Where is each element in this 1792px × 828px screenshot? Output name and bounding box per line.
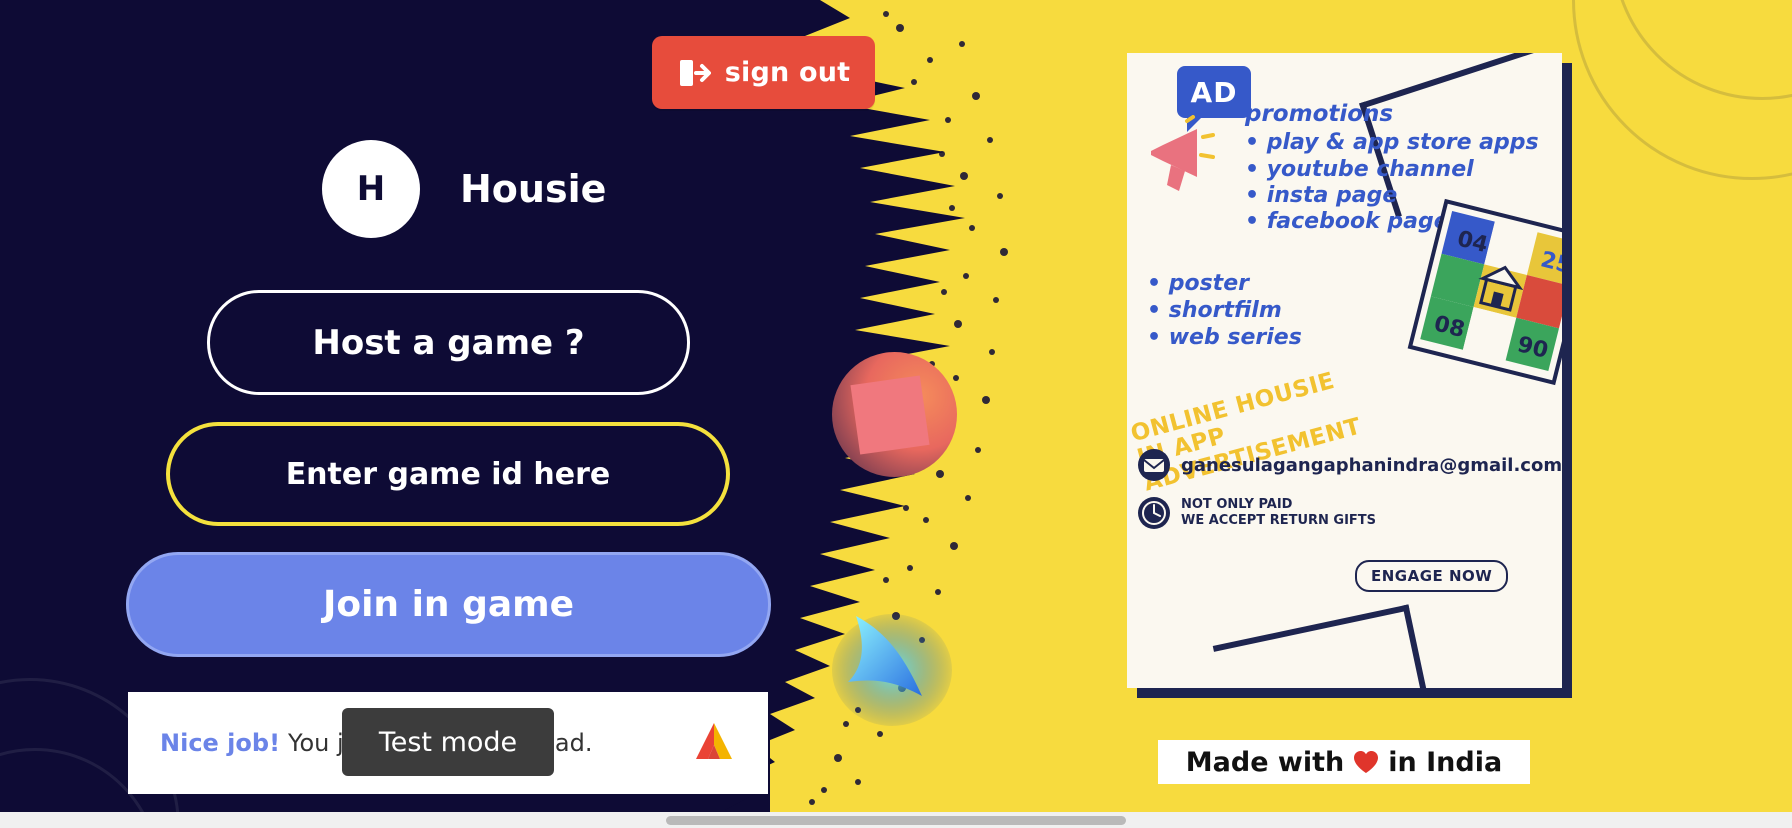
brand-row: H Housie: [322, 140, 606, 238]
sign-out-button[interactable]: sign out: [652, 36, 875, 109]
host-a-game-button[interactable]: Host a game ?: [207, 290, 690, 395]
poster-note-row: NOT ONLY PAID WE ACCEPT RETURN GIFTS: [1137, 496, 1376, 530]
sign-out-label: sign out: [724, 57, 851, 88]
join-in-game-button[interactable]: Join in game: [126, 552, 771, 657]
poster-list-item: • shortfilm: [1147, 297, 1282, 323]
scrollbar-thumb[interactable]: [666, 816, 1126, 825]
poster-card: AD promotions • play & app store apps • …: [1127, 53, 1562, 688]
made-with-suffix: in India: [1388, 746, 1503, 778]
poster-corner-line-decoration: [1212, 604, 1432, 688]
poster-note-line-2: WE ACCEPT RETURN GIFTS: [1181, 513, 1377, 528]
test-mode-chip: Test mode: [342, 708, 554, 776]
poster-list-item: • web series: [1147, 324, 1302, 350]
poster-list-item: • youtube channel: [1245, 156, 1474, 182]
poster-note-line-1: NOT ONLY PAID: [1181, 496, 1293, 512]
envelope-icon: [1138, 449, 1170, 481]
clock-icon: [1138, 497, 1170, 529]
poster-list-item: • insta page: [1245, 182, 1398, 208]
ad-badge: AD: [1177, 66, 1251, 132]
poster-email-row: ganesulagangaphanindra@gmail.com: [1137, 448, 1562, 482]
poster-list-item: • play & app store apps: [1245, 130, 1539, 156]
ad-banner-nice-label: Nice job!: [160, 729, 281, 757]
made-with-love-badge: Made with in India: [1158, 740, 1530, 784]
decorative-arrow-shape: [832, 614, 952, 726]
poster-list-heading: promotions: [1245, 101, 1394, 127]
avatar: H: [322, 140, 420, 238]
megaphone-icon: [1151, 115, 1215, 191]
page-title: Housie: [460, 167, 607, 211]
horizontal-scrollbar[interactable]: [0, 812, 1792, 828]
game-id-placeholder: Enter game id here: [285, 456, 611, 492]
poster-note-text: NOT ONLY PAID WE ACCEPT RETURN GIFTS: [1181, 497, 1376, 530]
app-root: sign out H Housie Host a game ? Enter ga…: [0, 0, 1792, 828]
advertisement-poster[interactable]: AD promotions • play & app store apps • …: [1127, 53, 1572, 698]
poster-email: ganesulagangaphanindra@gmail.com: [1181, 454, 1562, 476]
heart-icon: [1354, 751, 1379, 773]
poster-list-item: • poster: [1147, 271, 1249, 296]
engage-now-button[interactable]: ENGAGE NOW: [1355, 560, 1509, 592]
poster-services-list: • poster • shortfilm • web series: [1147, 271, 1302, 351]
game-id-input[interactable]: Enter game id here: [166, 422, 730, 526]
adsense-logo-icon: [696, 723, 732, 759]
made-with-prefix: Made with: [1185, 746, 1345, 778]
sign-out-icon: [679, 59, 711, 86]
decorative-square-shape: [850, 375, 930, 455]
